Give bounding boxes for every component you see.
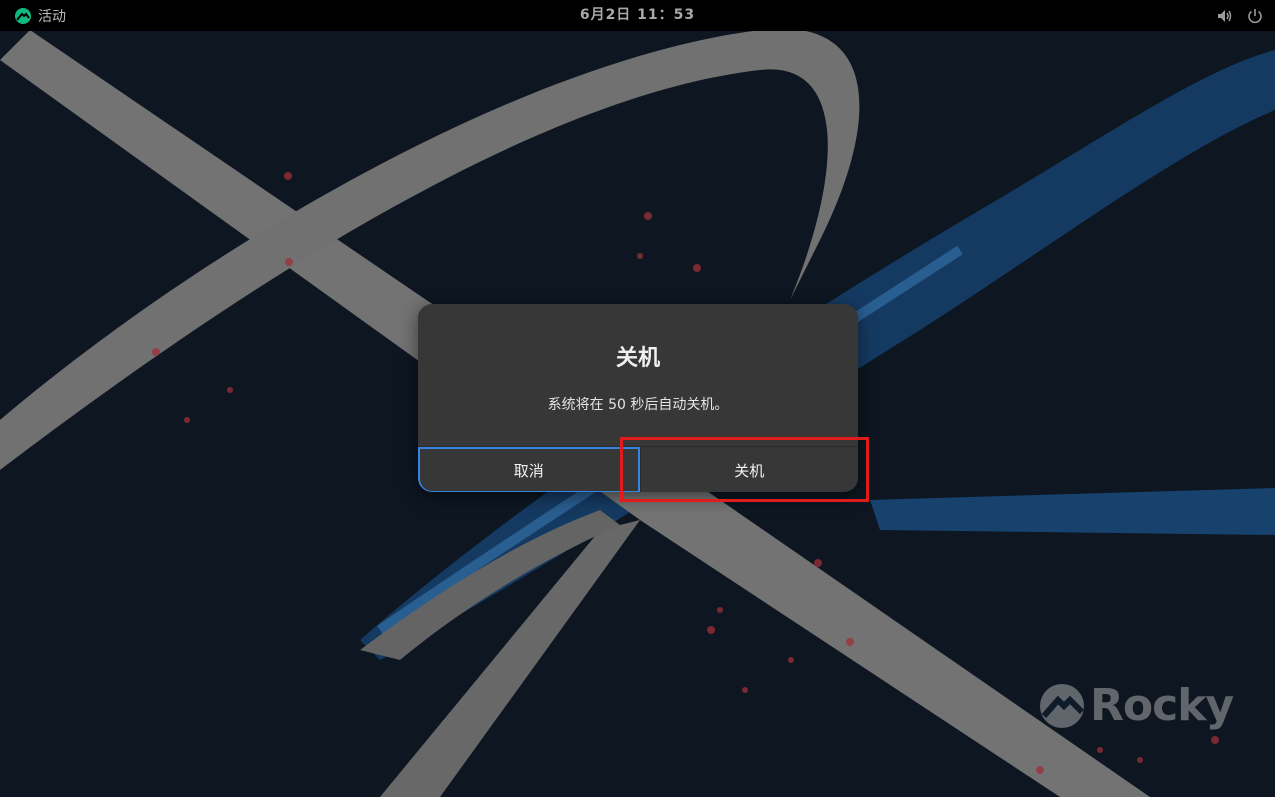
dialog-title: 关机: [615, 346, 660, 371]
volume-icon[interactable]: [1217, 9, 1233, 23]
power-off-dialog: 关机 系统将在 50 秒后自动关机。 取消 关机: [418, 304, 858, 492]
power-off-button[interactable]: 关机: [639, 447, 859, 492]
rocky-logo-icon: [15, 7, 31, 24]
rocky-watermark: Rocky: [1038, 680, 1234, 731]
dialog-message: 系统将在 50 秒后自动关机。: [547, 397, 729, 413]
system-tray[interactable]: [1217, 0, 1263, 31]
dialog-button-row: 取消 关机: [418, 446, 858, 492]
activities-label: 活动: [38, 8, 66, 25]
rocky-watermark-text: Rocky: [1090, 680, 1234, 731]
clock: 6月2日 11：53: [0, 0, 1275, 31]
top-panel: 活动 6月2日 11：53: [0, 0, 1275, 31]
rocky-mark-icon: [1040, 683, 1085, 728]
activities-button[interactable]: 活动: [14, 0, 66, 31]
cancel-button[interactable]: 取消: [418, 447, 640, 492]
clock-datetime[interactable]: 6月2日 11：53: [580, 7, 695, 23]
power-icon[interactable]: [1247, 8, 1263, 24]
